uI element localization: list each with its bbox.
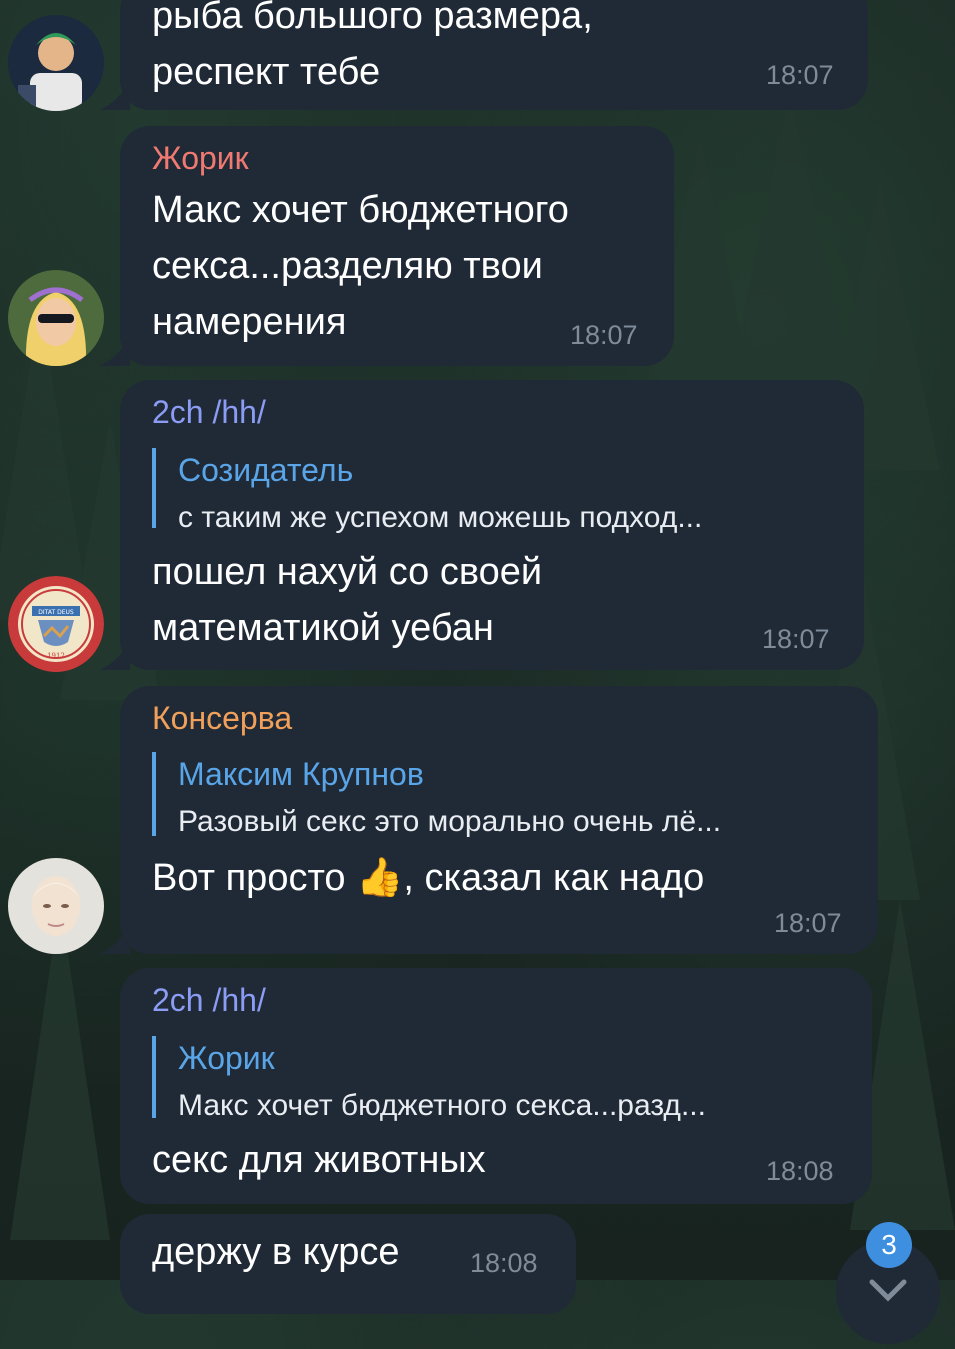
reply-quote[interactable]: Созидатель с таким же успехом можешь под… — [152, 448, 702, 534]
message-time: 18:08 — [470, 1248, 538, 1278]
message-text: держу в курсе — [152, 1231, 400, 1273]
message-bubble[interactable]: Жорик Макс хочет бюджетного секса...разд… — [120, 126, 674, 366]
message-bubble[interactable]: держу в курсе 18:08 — [120, 1214, 576, 1314]
message-text: рыба большого размера, респект тебе — [152, 0, 593, 93]
reply-author: Жорик — [178, 1040, 275, 1076]
avatar[interactable] — [8, 858, 104, 954]
seal-year: 1912 — [47, 652, 65, 660]
anime-girl-sunglasses-avatar-icon — [8, 270, 104, 366]
seal-motto: DITAT DEUS — [38, 609, 74, 616]
message-text: пошел нахуй со своей математикой уебан — [152, 551, 543, 649]
cartoon-character-avatar-icon — [8, 15, 104, 111]
message-bubble[interactable]: рыба большого размера, респект тебе 18:0… — [120, 0, 868, 110]
message-time: 18:07 — [762, 624, 830, 654]
arizona-seal-avatar-icon: DITAT DEUS 1912 — [8, 576, 104, 672]
avatar[interactable]: DITAT DEUS 1912 — [8, 576, 104, 672]
message-bubble[interactable]: 2ch /hh/ Созидатель с таким же успехом м… — [120, 380, 864, 670]
message-text: Макс хочет бюджетного секса...разделяю т… — [152, 189, 569, 343]
sender-name[interactable]: Консерва — [152, 700, 292, 737]
reply-author: Максим Крупнов — [178, 756, 424, 792]
message-time: 18:08 — [766, 1156, 834, 1186]
message-text: секс для животных — [152, 1139, 486, 1181]
reply-quote[interactable]: Жорик Макс хочет бюджетного секса...разд… — [152, 1036, 706, 1122]
reply-author: Созидатель — [178, 452, 354, 488]
unread-count-badge[interactable]: 3 — [866, 1222, 912, 1268]
message-time: 18:07 — [774, 908, 842, 938]
avatar[interactable] — [8, 270, 104, 366]
message-time: 18:07 — [766, 60, 834, 90]
person-photo-avatar-icon — [8, 858, 104, 954]
reply-text: Разовый секс это морально очень лё... — [178, 805, 722, 838]
message-text: Вот просто 👍, сказал как надо — [152, 857, 705, 899]
avatar[interactable] — [8, 15, 104, 111]
sender-name[interactable]: 2ch /hh/ — [152, 394, 266, 431]
reply-quote[interactable]: Максим Крупнов Разовый секс это морально… — [152, 752, 721, 838]
message-bubble[interactable]: 2ch /hh/ Жорик Макс хочет бюджетного сек… — [120, 968, 872, 1204]
message-time: 18:07 — [570, 320, 638, 350]
message-bubble[interactable]: Консерва Максим Крупнов Разовый секс это… — [120, 686, 878, 954]
sender-name[interactable]: 2ch /hh/ — [152, 982, 266, 1019]
sender-name[interactable]: Жорик — [152, 140, 249, 177]
reply-text: Макс хочет бюджетного секса...разд... — [178, 1089, 706, 1122]
reply-text: с таким же успехом можешь подход... — [178, 501, 703, 534]
